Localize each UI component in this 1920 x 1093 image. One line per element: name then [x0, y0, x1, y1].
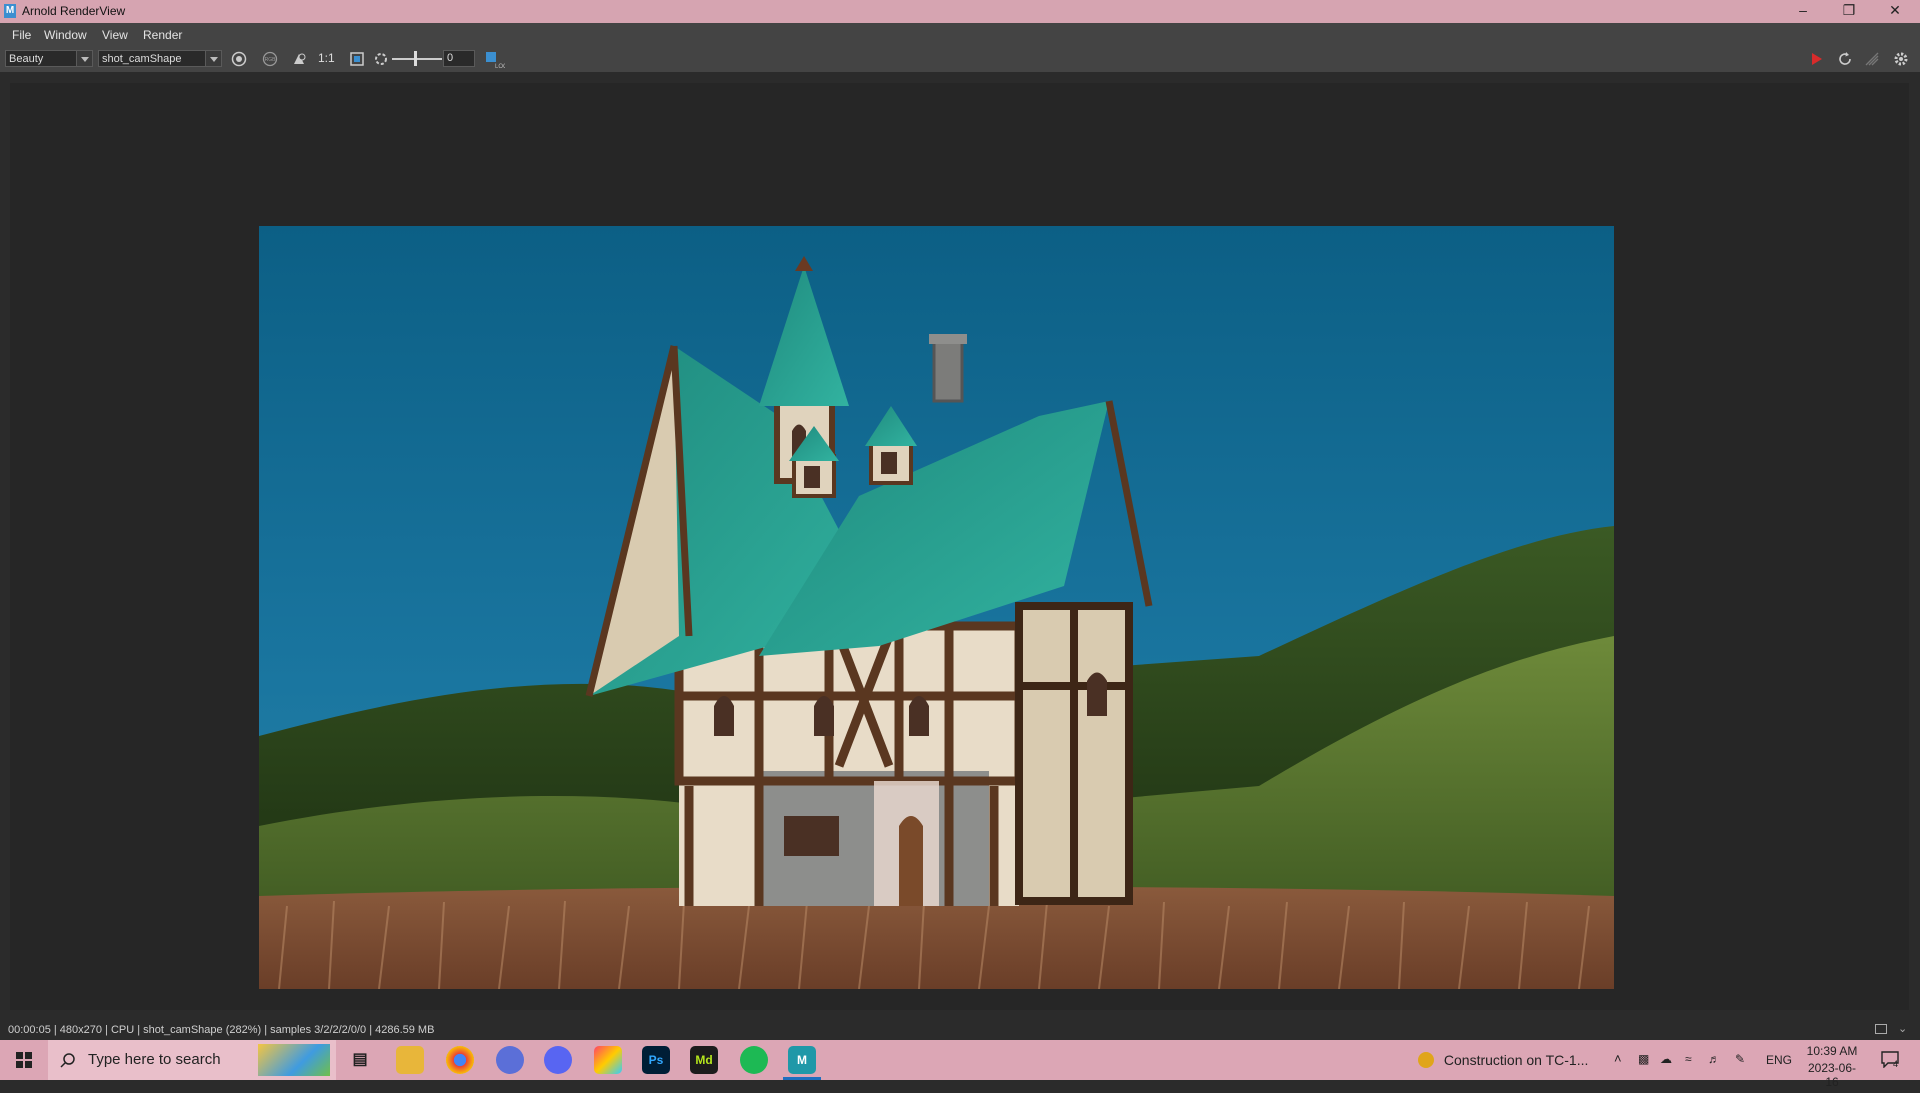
- construction-icon: [1418, 1052, 1434, 1069]
- ipr-icon[interactable]: [1864, 51, 1880, 67]
- chevron-down-icon: [205, 51, 221, 66]
- maya-icon[interactable]: M: [788, 1046, 816, 1074]
- rgb-icon[interactable]: RGB: [262, 51, 278, 67]
- exposure-value: 0: [447, 52, 454, 64]
- render-stats: 00:00:05 | 480x270 | CPU | shot_camShape…: [8, 1024, 435, 1036]
- windows-start-button[interactable]: [0, 1040, 48, 1080]
- color-correction-icon[interactable]: [291, 51, 307, 67]
- windows-logo-icon: [16, 1052, 32, 1068]
- pen-icon[interactable]: ✎: [1735, 1052, 1745, 1092]
- rendered-house-image: [259, 226, 1614, 989]
- notification-icon[interactable]: 4: [1880, 1050, 1904, 1070]
- title-bar: M Arnold RenderView – ❐ ✕: [0, 0, 1920, 23]
- settings-icon[interactable]: [1893, 51, 1909, 67]
- region-icon[interactable]: [349, 51, 365, 67]
- news-widget[interactable]: Construction on TC-1...: [1418, 1051, 1588, 1071]
- menu-render[interactable]: Render: [143, 28, 182, 42]
- menu-bar: File Window View Render: [0, 23, 1920, 46]
- menu-view[interactable]: View: [102, 28, 128, 42]
- creative-cloud-icon[interactable]: [594, 1046, 622, 1074]
- camera-dropdown-value: shot_camShape: [102, 53, 182, 65]
- volume-icon[interactable]: ♬: [1708, 1052, 1720, 1092]
- exposure-icon[interactable]: [373, 51, 389, 67]
- log-icon[interactable]: LOG: [485, 51, 508, 70]
- news-text: Construction on TC-1...: [1443, 1052, 1589, 1069]
- photos-icon[interactable]: [496, 1046, 524, 1074]
- exposure-slider-handle[interactable]: [414, 51, 417, 66]
- onedrive-icon[interactable]: ☁: [1660, 1052, 1672, 1092]
- status-bar: 00:00:05 | 480x270 | CPU | shot_camShape…: [0, 1020, 1920, 1040]
- taskbar-search[interactable]: Type here to search: [48, 1040, 336, 1080]
- render-image: [259, 226, 1614, 989]
- exposure-slider-track[interactable]: [392, 58, 442, 60]
- language-indicator[interactable]: ENG: [1766, 1053, 1792, 1093]
- svg-text:LOG: LOG: [495, 64, 505, 69]
- search-icon: [60, 1053, 75, 1068]
- search-highlight-image: [258, 1044, 330, 1076]
- aov-dropdown-value: Beauty: [9, 53, 44, 65]
- marvelous-designer-icon[interactable]: Md: [690, 1046, 718, 1074]
- menu-window[interactable]: Window: [44, 28, 87, 42]
- svg-text:RGB: RGB: [265, 57, 277, 63]
- render-viewport[interactable]: [10, 83, 1909, 1010]
- refresh-icon[interactable]: [1837, 51, 1853, 67]
- close-button[interactable]: ✕: [1872, 0, 1918, 23]
- snapshot-icon[interactable]: [1875, 1024, 1887, 1034]
- clock[interactable]: 10:39 AM 2023-06-16: [1802, 1044, 1862, 1089]
- clock-date: 2023-06-16: [1807, 1061, 1857, 1089]
- window-title: Arnold RenderView: [22, 4, 126, 18]
- task-view-icon[interactable]: ▤: [346, 1046, 374, 1074]
- file-explorer-icon[interactable]: [396, 1046, 424, 1074]
- maya-app-icon: M: [4, 4, 16, 18]
- tray-device-icon[interactable]: ▩: [1638, 1052, 1649, 1092]
- notification-count: 4: [1893, 1059, 1899, 1069]
- chevron-down-icon: [76, 51, 92, 66]
- restore-button[interactable]: ❐: [1826, 0, 1872, 23]
- clock-time: 10:39 AM: [1806, 1044, 1858, 1058]
- wifi-icon[interactable]: ≈: [1685, 1052, 1692, 1092]
- spotify-icon[interactable]: [740, 1046, 768, 1074]
- minimize-button[interactable]: –: [1780, 0, 1826, 23]
- chrome-icon[interactable]: [446, 1046, 474, 1074]
- tray-chevron-icon[interactable]: ˄: [1614, 1051, 1622, 1091]
- ratio-button[interactable]: 1:1: [318, 51, 335, 65]
- exposure-field[interactable]: 0: [443, 50, 475, 67]
- aov-dropdown[interactable]: Beauty: [5, 50, 93, 67]
- display-icon[interactable]: [231, 51, 247, 67]
- camera-dropdown[interactable]: shot_camShape: [98, 50, 222, 67]
- expand-icon[interactable]: ⌄: [1898, 1022, 1907, 1035]
- photoshop-icon[interactable]: Ps: [642, 1046, 670, 1074]
- discord-icon[interactable]: [544, 1046, 572, 1074]
- taskbar: Type here to search ▤ Ps Md M Constructi…: [0, 1040, 1920, 1089]
- toolbar: Beauty shot_camShape RGB 1:1 0 LOG: [0, 46, 1920, 72]
- render-icon[interactable]: [1808, 51, 1824, 67]
- menu-file[interactable]: File: [12, 28, 31, 42]
- search-placeholder: Type here to search: [88, 1051, 221, 1068]
